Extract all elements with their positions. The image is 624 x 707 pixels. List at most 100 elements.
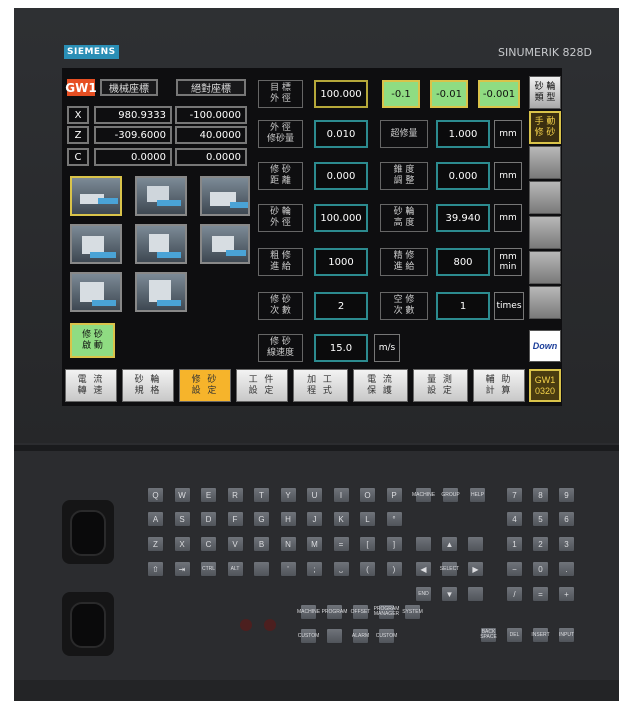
dress-mode-2-thumbnail[interactable]	[135, 176, 187, 216]
up-arrow-icon[interactable]: ▲	[441, 536, 458, 552]
dress-mode-6-thumbnail[interactable]	[200, 224, 250, 264]
key-end[interactable]: END	[415, 586, 432, 602]
key-row3-4[interactable]: B	[253, 536, 270, 552]
vsoftkey-3[interactable]	[529, 146, 561, 179]
key-row1-4[interactable]: T	[253, 487, 270, 503]
key-func-3[interactable]: PROGRAM MANAGER	[374, 604, 399, 620]
hsoftkey-dress-setting[interactable]: 修 砂 設 定	[179, 369, 231, 402]
key-row4-0[interactable]: ⇧	[147, 561, 164, 577]
key-row4-1[interactable]: ⇥	[173, 561, 191, 577]
key-num1-1[interactable]: 8	[532, 487, 549, 503]
vsoftkey-2[interactable]: 手 動 修 砂	[529, 111, 561, 144]
key-row1-2[interactable]: E	[200, 487, 217, 503]
key-nav-top-2[interactable]: HELP	[469, 487, 486, 503]
key-row1-6[interactable]: U	[306, 487, 323, 503]
key-row3-3[interactable]: V	[226, 536, 244, 552]
over-dress-input[interactable]: 1.000	[436, 120, 490, 148]
key-func-6[interactable]	[326, 628, 343, 644]
key-nav-blank-1[interactable]	[415, 536, 432, 552]
key-row4-8[interactable]: (	[359, 561, 376, 577]
taper-adj-input[interactable]: 0.000	[436, 162, 490, 190]
key-num3-2[interactable]: 3	[558, 536, 575, 552]
dress-mode-4-thumbnail[interactable]	[70, 224, 122, 264]
key-select[interactable]: SELECT	[440, 561, 459, 577]
key-row4-2[interactable]: CTRL	[200, 561, 217, 577]
key-row2-4[interactable]: G	[253, 511, 270, 527]
key-row4-5[interactable]: '	[279, 561, 297, 577]
key-func-5[interactable]: CUSTOM	[298, 628, 319, 644]
key-row1-8[interactable]: O	[359, 487, 376, 503]
dress-mode-3-thumbnail[interactable]	[200, 176, 250, 216]
step-minus-0.1-button[interactable]: -0.1	[382, 80, 420, 108]
key-nav-top-1[interactable]: GROUP	[441, 487, 460, 503]
handwheel-bottom[interactable]	[62, 592, 114, 656]
key-func-8[interactable]: CUSTOM	[376, 628, 397, 644]
key-num4-0[interactable]: −	[506, 561, 523, 577]
key-num5-1[interactable]: =	[532, 586, 549, 602]
key-row2-0[interactable]: A	[147, 511, 164, 527]
key-func-4[interactable]: SYSTEM	[402, 604, 423, 620]
dress-feed-input[interactable]: 0.010	[314, 120, 368, 148]
fine-feed-input[interactable]: 800	[436, 248, 490, 276]
key-row3-1[interactable]: X	[173, 536, 191, 552]
key-nav-blank-3[interactable]	[467, 586, 484, 602]
key-func-7[interactable]: ALARM	[352, 628, 369, 644]
key-num1-2[interactable]: 9	[558, 487, 575, 503]
key-input[interactable]: INPUT	[558, 627, 575, 643]
key-func-2[interactable]: OFFSET	[351, 604, 370, 620]
wheel-height-input[interactable]: 39.940	[436, 204, 490, 232]
dress-mode-8-thumbnail[interactable]	[135, 272, 187, 312]
start-dress-button[interactable]: 修 砂 啟 動	[70, 323, 115, 358]
vsoftkey-logo[interactable]: Down	[529, 330, 561, 362]
key-num3-0[interactable]: 1	[506, 536, 523, 552]
key-row3-5[interactable]: N	[279, 536, 297, 552]
key-row1-1[interactable]: W	[173, 487, 191, 503]
dress-mode-1-thumbnail[interactable]	[70, 176, 122, 216]
key-num2-0[interactable]: 4	[506, 511, 523, 527]
key-row2-2[interactable]: D	[200, 511, 217, 527]
vsoftkey-7[interactable]	[529, 286, 561, 319]
key-func-1[interactable]: PROGRAM	[322, 604, 347, 620]
dress-dist-input[interactable]: 0.000	[314, 162, 368, 190]
left-arrow-icon[interactable]: ◀	[415, 561, 432, 577]
hsoftkey-current-protect[interactable]: 電 流 保 護	[353, 369, 408, 402]
key-row4-7[interactable]: ⎵	[332, 561, 350, 577]
key-row1-9[interactable]: P	[385, 487, 403, 503]
hsoftkey-current-speed[interactable]: 電 流 轉 速	[65, 369, 117, 402]
key-row3-0[interactable]: Z	[147, 536, 164, 552]
vsoftkey-4[interactable]	[529, 181, 561, 214]
key-num2-1[interactable]: 5	[532, 511, 549, 527]
wheel-dia-input[interactable]: 100.000	[314, 204, 368, 232]
key-row3-2[interactable]: C	[200, 536, 217, 552]
key-row1-0[interactable]: Q	[147, 487, 164, 503]
key-row1-7[interactable]: I	[332, 487, 350, 503]
key-row2-8[interactable]: L	[359, 511, 376, 527]
step-minus-0.001-button[interactable]: -0.001	[478, 80, 520, 108]
hsoftkey-workpiece-setting[interactable]: 工 件 設 定	[236, 369, 288, 402]
vsoftkey-6[interactable]	[529, 251, 561, 284]
key-row2-9[interactable]: °	[385, 511, 403, 527]
key-row2-3[interactable]: F	[226, 511, 244, 527]
dress-mode-7-thumbnail[interactable]	[70, 272, 122, 312]
right-arrow-icon[interactable]: ▶	[467, 561, 484, 577]
vsoftkey-1[interactable]: 砂 輪 類 型	[529, 76, 561, 109]
hsoftkey-aux-calc[interactable]: 輔 助 計 算	[473, 369, 525, 402]
key-row4-9[interactable]: )	[385, 561, 403, 577]
key-row3-7[interactable]: =	[332, 536, 350, 552]
key-del[interactable]: DEL	[506, 627, 523, 643]
key-row4-4[interactable]	[253, 561, 270, 577]
handwheel-top[interactable]	[62, 500, 114, 564]
key-row1-3[interactable]: R	[226, 487, 244, 503]
key-num4-2[interactable]: .	[558, 561, 575, 577]
key-row4-3[interactable]: ALT	[226, 561, 244, 577]
down-arrow-icon[interactable]: ▼	[441, 586, 458, 602]
step-minus-0.01-button[interactable]: -0.01	[430, 80, 468, 108]
key-insert[interactable]: INSERT	[531, 627, 550, 643]
dress-mode-5-thumbnail[interactable]	[135, 224, 187, 264]
key-backspace[interactable]: BACK SPACE	[480, 627, 497, 643]
key-row3-8[interactable]: [	[359, 536, 376, 552]
hsoftkey-wheel-spec[interactable]: 砂 輪 規 格	[122, 369, 174, 402]
key-nav-top-0[interactable]: MACHINE	[412, 487, 435, 503]
key-row3-6[interactable]: M	[306, 536, 323, 552]
hsoftkey-machining-program[interactable]: 加 工 程 式	[293, 369, 348, 402]
